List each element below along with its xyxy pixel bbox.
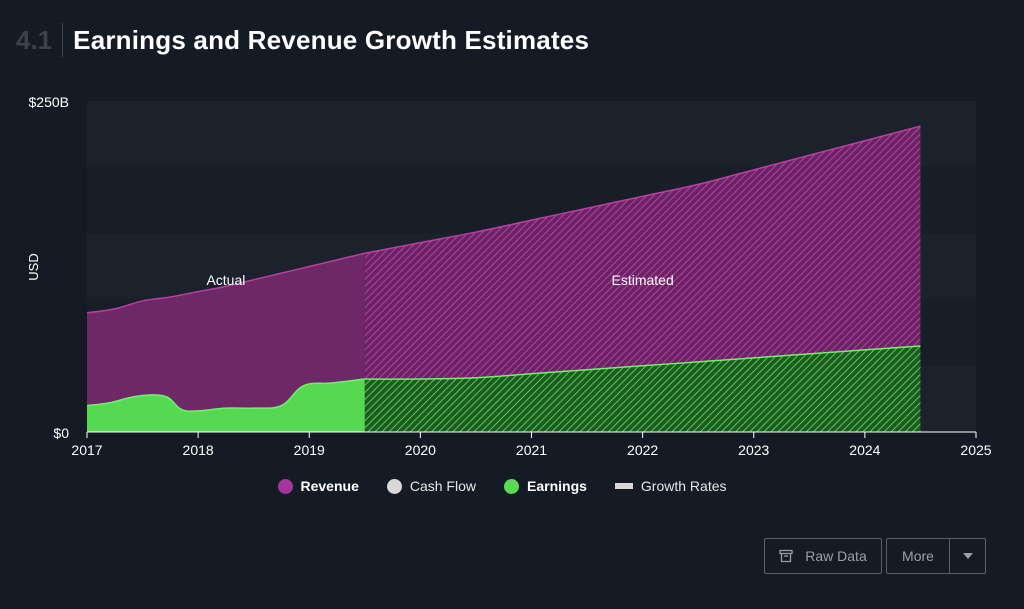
x-tick-label: 2021 — [516, 442, 547, 458]
more-dropdown-toggle[interactable] — [950, 553, 985, 559]
x-tick-label: 2020 — [405, 442, 436, 458]
x-tick-label: 2017 — [71, 442, 102, 458]
caret-down-icon — [962, 553, 973, 559]
more-button[interactable]: More — [886, 538, 986, 574]
estimated-annotation: Estimated — [612, 272, 674, 288]
legend-item-growth-rates[interactable]: Growth Rates — [614, 478, 727, 494]
x-tick-label: 2018 — [183, 442, 214, 458]
revenue-dot-icon — [277, 478, 293, 494]
legend-label-earnings: Earnings — [527, 478, 587, 494]
growth-chart: 2017 2018 2019 2020 2021 2022 2023 2024 2025 $0 $2… — [26, 94, 992, 458]
raw-data-label: Raw Data — [805, 548, 867, 564]
x-tick-label: 2025 — [960, 442, 991, 458]
legend-item-cash-flow[interactable]: Cash Flow — [386, 478, 476, 494]
y-tick-label-min: $0 — [53, 425, 69, 441]
raw-data-button[interactable]: Raw Data — [764, 538, 882, 574]
legend-label-cash-flow: Cash Flow — [409, 478, 476, 494]
x-tick-label: 2019 — [294, 442, 325, 458]
legend-label-revenue: Revenue — [300, 478, 359, 494]
cash-flow-dot-icon — [386, 478, 402, 494]
actual-annotation: Actual — [206, 272, 245, 288]
legend-label-growth-rates: Growth Rates — [640, 478, 727, 494]
legend-item-revenue[interactable]: Revenue — [277, 478, 359, 494]
y-tick-label-max: $250B — [29, 94, 69, 110]
x-tick-label: 2022 — [627, 442, 658, 458]
chart-axes — [86, 431, 977, 438]
archive-icon — [779, 549, 793, 563]
legend-item-earnings[interactable]: Earnings — [504, 478, 587, 494]
chart-legend: Revenue Cash Flow Earnings Growth Rates — [0, 478, 1004, 494]
growth-rates-bar-icon — [614, 483, 633, 489]
x-tick-label: 2024 — [849, 442, 880, 458]
y-axis-label: USD — [26, 253, 41, 280]
x-tick-label: 2023 — [738, 442, 769, 458]
more-label: More — [902, 548, 934, 564]
earnings-dot-icon — [504, 478, 519, 494]
